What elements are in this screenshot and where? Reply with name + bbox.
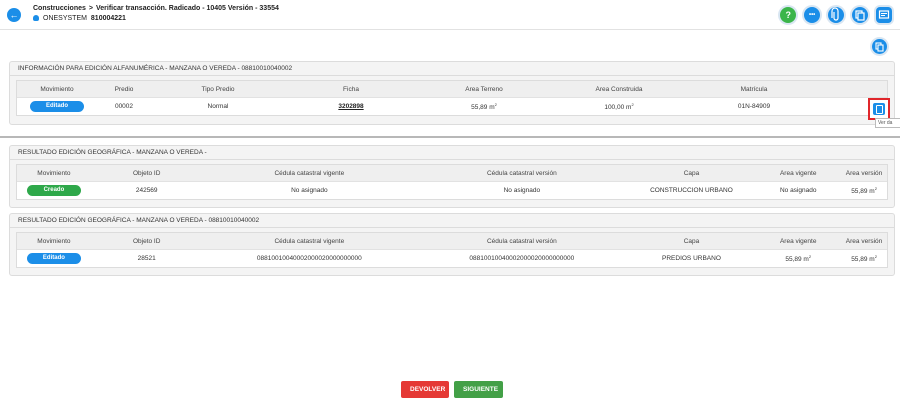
col-cedula-version: Cédula catastral versión — [486, 237, 557, 245]
user-label: ONESYSTEM — [43, 15, 87, 22]
movimiento-badge[interactable]: Creado — [26, 185, 81, 196]
col-ficha: Ficha — [343, 85, 359, 93]
area-vigente-value: 55,89 m — [785, 256, 809, 264]
unit-superscript: 2 — [874, 253, 877, 259]
tooltip: Ver da — [875, 118, 900, 128]
geo-table: Movimiento Objeto ID Cédula catastral vi… — [16, 232, 888, 268]
ficha-link[interactable]: 3202898 — [338, 103, 363, 110]
cedula-version-value: No asignado — [503, 187, 541, 194]
col-movimiento: Movimiento — [37, 237, 71, 245]
col-cedula-vigente: Cédula catastral vigente — [274, 169, 345, 177]
table-header: Movimiento Objeto ID Cédula catastral vi… — [17, 233, 887, 250]
breadcrumb-root[interactable]: Construcciones — [33, 5, 86, 12]
col-objeto-id: Objeto ID — [132, 237, 161, 245]
col-area-version: Área versión — [845, 169, 883, 177]
capa-value: CONSTRUCCION URBANO — [650, 187, 733, 194]
movimiento-badge[interactable]: Editado — [30, 101, 84, 112]
table-header: Movimiento Predio Tipo Predio Ficha Área… — [17, 81, 887, 98]
breadcrumb-separator: > — [88, 5, 93, 12]
col-tipo-predio: Tipo Predio — [201, 85, 235, 93]
copy-floating-icon[interactable] — [872, 39, 887, 54]
geo-result-panel: RESULTADO EDICIÓN GEOGRÁFICA - MANZANA O… — [9, 145, 895, 208]
view-detail-icon[interactable] — [868, 98, 890, 120]
table-header: Movimiento Objeto ID Cédula catastral vi… — [17, 165, 887, 182]
user-id: 810004221 — [90, 15, 126, 22]
col-movimiento: Movimiento — [37, 169, 71, 177]
col-area-construida: Área Construida — [595, 85, 643, 93]
breadcrumb-current: Verificar transacción. Radicado - 10405 … — [96, 5, 279, 12]
col-capa: Capa — [683, 169, 700, 177]
area-version-value: 55,89 m — [851, 256, 875, 264]
col-area-version: Área versión — [845, 237, 883, 245]
col-area-vigente: Área vigente — [779, 169, 817, 177]
cedula-vigente-value: No asignado — [291, 187, 328, 194]
area-vigente-value: No asignado — [779, 187, 817, 194]
cedula-vigente-value: 08810010040002000020000000000 — [256, 255, 362, 262]
breadcrumb: Construcciones > Verificar transacción. Ra… — [33, 5, 279, 12]
objeto-id-value: 242569 — [135, 187, 158, 194]
capa-value: PREDIOS URBANO — [662, 255, 721, 262]
panel-title: RESULTADO EDICIÓN GEOGRÁFICA - MANZANA O… — [10, 214, 894, 228]
attachment-icon[interactable] — [828, 7, 845, 23]
geo-result-panel-manzana: RESULTADO EDICIÓN GEOGRÁFICA - MANZANA O… — [9, 213, 895, 276]
movimiento-badge[interactable]: Editado — [26, 253, 81, 264]
unit-superscript: 2 — [874, 185, 877, 191]
panel-title: INFORMACIÓN PARA EDICIÓN ALFANUMÉRICA - … — [10, 62, 894, 76]
col-matricula: Matrícula — [740, 85, 768, 93]
header-toolbar: ? ••• — [774, 7, 892, 24]
copy-icon[interactable] — [852, 7, 869, 23]
col-movimiento: Movimiento — [40, 85, 74, 93]
more-icon[interactable]: ••• — [804, 7, 821, 23]
area-terreno-value: 55,89 m — [471, 104, 495, 112]
col-area-vigente: Área vigente — [779, 237, 817, 245]
col-objeto-id: Objeto ID — [132, 169, 161, 177]
col-capa: Capa — [683, 237, 700, 245]
unit-superscript: 2 — [631, 101, 634, 107]
matricula-value: 01N-84909 — [737, 103, 771, 110]
back-arrow-icon[interactable]: ← — [7, 8, 21, 22]
predio-table: Movimiento Predio Tipo Predio Ficha Área… — [16, 80, 888, 116]
section-divider — [0, 136, 900, 138]
col-area-terreno: Área Terreno — [465, 85, 503, 93]
col-predio: Predio — [114, 85, 134, 93]
area-version-value: 55,89 m — [851, 188, 875, 196]
col-cedula-vigente: Cédula catastral vigente — [274, 237, 345, 245]
area-construida-value: 100,00 m — [604, 104, 632, 112]
predio-value: 00002 — [114, 103, 134, 110]
objeto-id-value: 28521 — [137, 255, 156, 262]
alfanumeric-info-panel: INFORMACIÓN PARA EDICIÓN ALFANUMÉRICA - … — [9, 61, 895, 125]
geo-table: Movimiento Objeto ID Cédula catastral vi… — [16, 164, 888, 200]
help-icon[interactable]: ? — [780, 7, 797, 23]
cedula-version-value: 08810010040002000020000000000 — [469, 255, 575, 262]
user-info: ONESYSTEM 810004221 — [33, 15, 126, 22]
table-row: Creado 242569 No asignado No asignado CO… — [17, 182, 887, 199]
unit-superscript: 2 — [494, 101, 497, 107]
col-cedula-version: Cédula catastral versión — [486, 169, 557, 177]
table-row: Editado 00002 Normal 3202898 55,89 m2 10… — [17, 98, 887, 115]
user-icon — [33, 15, 39, 21]
panel-title: RESULTADO EDICIÓN GEOGRÁFICA - MANZANA O… — [10, 146, 894, 160]
unit-superscript: 2 — [808, 253, 812, 259]
table-row: Editado 28521 08810010040002000020000000… — [17, 250, 887, 267]
message-icon[interactable] — [876, 7, 892, 23]
tipo-predio-value: Normal — [207, 103, 229, 110]
siguiente-button[interactable]: SIGUIENTE — [454, 381, 503, 398]
devolver-button[interactable]: DEVOLVER — [401, 381, 449, 398]
app-header: ← Construcciones > Verificar transacción. … — [0, 0, 900, 30]
